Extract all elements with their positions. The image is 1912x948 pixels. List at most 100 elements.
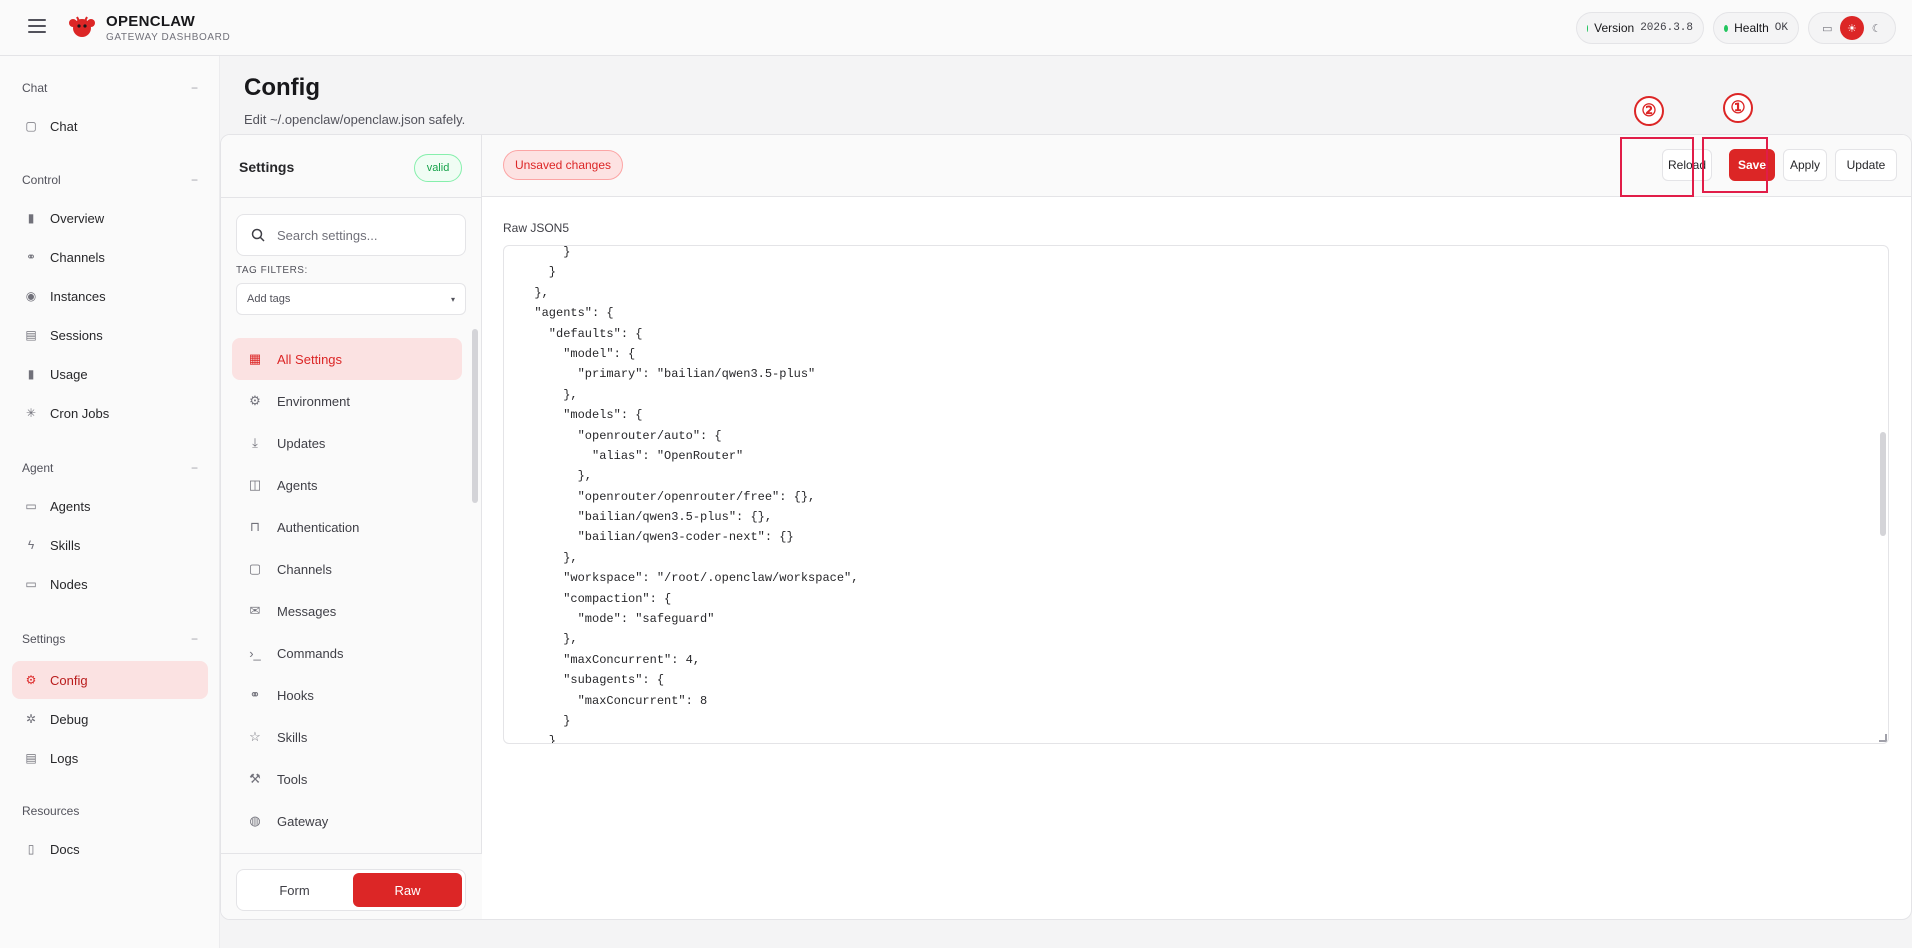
settings-section-skills[interactable]: ☆ Skills [232,716,462,758]
health-badge: Health OK [1713,12,1799,44]
sidebar-item-label: Sessions [50,327,103,343]
sidebar-item-label: Overview [50,210,105,226]
wrench-icon: ⚒ [249,771,261,786]
sidebar-item-agents[interactable]: ▭ Agents [12,487,208,525]
sidebar-item-config[interactable]: ⚙ Config [12,661,208,699]
search-placeholder: Search settings... [277,227,378,243]
version-value: 2026.3.8 [1640,22,1693,34]
form-mode-button[interactable]: Form [240,873,349,907]
code-line[interactable]: }, [520,385,858,405]
code-line[interactable]: } [520,262,858,282]
version-label: Version [1594,21,1635,35]
nav-group-control[interactable]: Control − [22,173,198,187]
apply-button[interactable]: Apply [1783,149,1827,181]
code-line[interactable]: "subagents": { [520,670,858,690]
code-line[interactable]: }, [520,548,858,568]
code-line[interactable]: }, [520,466,858,486]
sidebar-item-logs[interactable]: ▤ Logs [12,739,208,777]
code-line[interactable]: }, [520,629,858,649]
sidebar-item-instances[interactable]: ◉ Instances [12,277,208,315]
section-label: Skills [277,729,308,745]
tag-filter-select[interactable]: Add tags ▾ [236,283,466,315]
code-line[interactable]: "mode": "safeguard" [520,609,858,629]
settings-search-input[interactable]: Search settings... [236,214,466,256]
nav-group-settings[interactable]: Settings − [22,632,198,646]
nav-group-chat[interactable]: Chat − [22,81,198,95]
code-line[interactable]: } [520,711,858,731]
settings-section-agents[interactable]: ◫ Agents [232,464,462,506]
editor-scrollbar[interactable] [1880,432,1886,536]
sidebar-item-docs[interactable]: ▯ Docs [12,830,208,868]
download-icon: ⤓ [252,435,258,450]
sidebar-item-cron-jobs[interactable]: ✳ Cron Jobs [12,394,208,432]
raw-mode-button[interactable]: Raw [353,873,462,907]
collapse-icon[interactable]: − [191,81,198,95]
sidebar-item-overview[interactable]: ▮ Overview [12,199,208,237]
nav-group-label: Resources [22,804,80,818]
code-content[interactable]: } } }, "agents": { "defaults": { "model"… [520,246,858,743]
resize-grip-icon[interactable] [1879,734,1887,742]
monitor-icon[interactable]: ▭ [1815,16,1839,40]
sections-scrollbar[interactable] [472,329,478,503]
code-line[interactable]: "workspace": "/root/.openclaw/workspace"… [520,568,858,588]
code-line[interactable]: "model": { [520,344,858,364]
code-line[interactable]: "primary": "bailian/qwen3.5-plus" [520,364,858,384]
sun-icon[interactable]: ☀ [1839,16,1864,40]
sidebar-item-usage[interactable]: ▮ Usage [12,355,208,393]
menu-icon[interactable] [28,19,46,33]
code-line[interactable]: "agents": { [520,303,858,323]
code-line[interactable]: "bailian/qwen3.5-plus": {}, [520,507,858,527]
update-button[interactable]: Update [1835,149,1897,181]
settings-panel: Settings valid Search settings... TAG FI… [221,135,482,919]
settings-section-messages[interactable]: ✉ Messages [232,590,462,632]
settings-section-environment[interactable]: ⚙ Environment [232,380,462,422]
chevron-down-icon: ▾ [450,294,455,304]
section-label: Environment [277,393,350,409]
sidebar-item-channels[interactable]: ⚭ Channels [12,238,208,276]
code-line[interactable]: "openrouter/auto": { [520,426,858,446]
sidebar-item-sessions[interactable]: ▤ Sessions [12,316,208,354]
section-label: Commands [277,645,344,661]
code-line[interactable]: } [520,731,858,743]
code-line[interactable]: } [520,246,858,262]
collapse-icon[interactable]: − [191,461,198,475]
nav-group-label: Chat [22,81,48,95]
moon-icon[interactable]: ☾ [1865,16,1889,40]
sidebar-item-chat[interactable]: ▢ Chat [12,107,208,145]
bug-icon: ✲ [25,712,37,726]
message-icon: ▢ [248,561,262,576]
settings-section-authentication[interactable]: ⊓ Authentication [232,506,462,548]
settings-section-tools[interactable]: ⚒ Tools [232,758,462,800]
code-line[interactable]: "defaults": { [520,324,858,344]
sidebar-item-skills[interactable]: ϟ Skills [12,526,208,564]
settings-section-hooks[interactable]: ⚭ Hooks [232,674,462,716]
settings-section-updates[interactable]: ⤓ Updates [232,422,462,464]
monitor-icon: ▭ [25,577,37,591]
valid-badge: valid [414,154,462,182]
code-line[interactable]: "maxConcurrent": 8 [520,691,858,711]
sidebar-item-label: Docs [50,841,80,857]
code-line[interactable]: "models": { [520,405,858,425]
bar-chart-icon: ▮ [27,211,35,225]
code-line[interactable]: "alias": "OpenRouter" [520,446,858,466]
settings-section-gateway[interactable]: ◍ Gateway [232,800,462,842]
sidebar-item-nodes[interactable]: ▭ Nodes [12,565,208,603]
code-line[interactable]: "openrouter/openrouter/free": {}, [520,487,858,507]
settings-section-commands[interactable]: ›_ Commands [232,632,462,674]
code-line[interactable]: }, [520,283,858,303]
mode-switch: Form Raw [236,869,466,911]
settings-section-channels[interactable]: ▢ Channels [232,548,462,590]
sidebar-item-debug[interactable]: ✲ Debug [12,700,208,738]
collapse-icon[interactable]: − [191,173,198,187]
raw-json-editor[interactable]: } } }, "agents": { "defaults": { "model"… [503,245,1889,744]
collapse-icon[interactable]: − [191,632,198,646]
settings-section-all[interactable]: ▦ All Settings [232,338,462,380]
code-line[interactable]: "maxConcurrent": 4, [520,650,858,670]
health-value: OK [1774,22,1788,34]
terminal-icon: ›_ [249,645,261,661]
code-line[interactable]: "compaction": { [520,589,858,609]
section-label: Channels [277,561,332,577]
nav-group-agent[interactable]: Agent − [22,461,198,475]
sidebar-item-label: Debug [50,711,89,727]
code-line[interactable]: "bailian/qwen3-coder-next": {} [520,527,858,547]
